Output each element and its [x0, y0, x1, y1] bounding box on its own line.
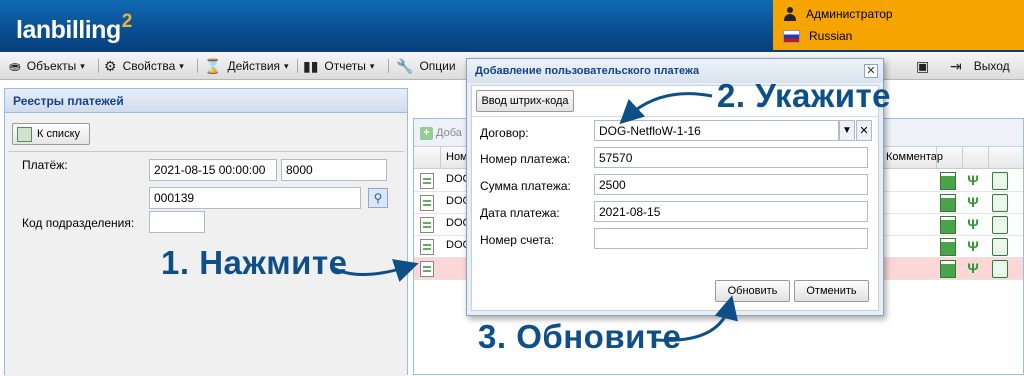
arrow-step-1: [332, 259, 419, 282]
annotation-arrows: [332, 92, 738, 342]
arrow-step-2: [619, 92, 713, 125]
arrow-step-3: [655, 295, 738, 342]
